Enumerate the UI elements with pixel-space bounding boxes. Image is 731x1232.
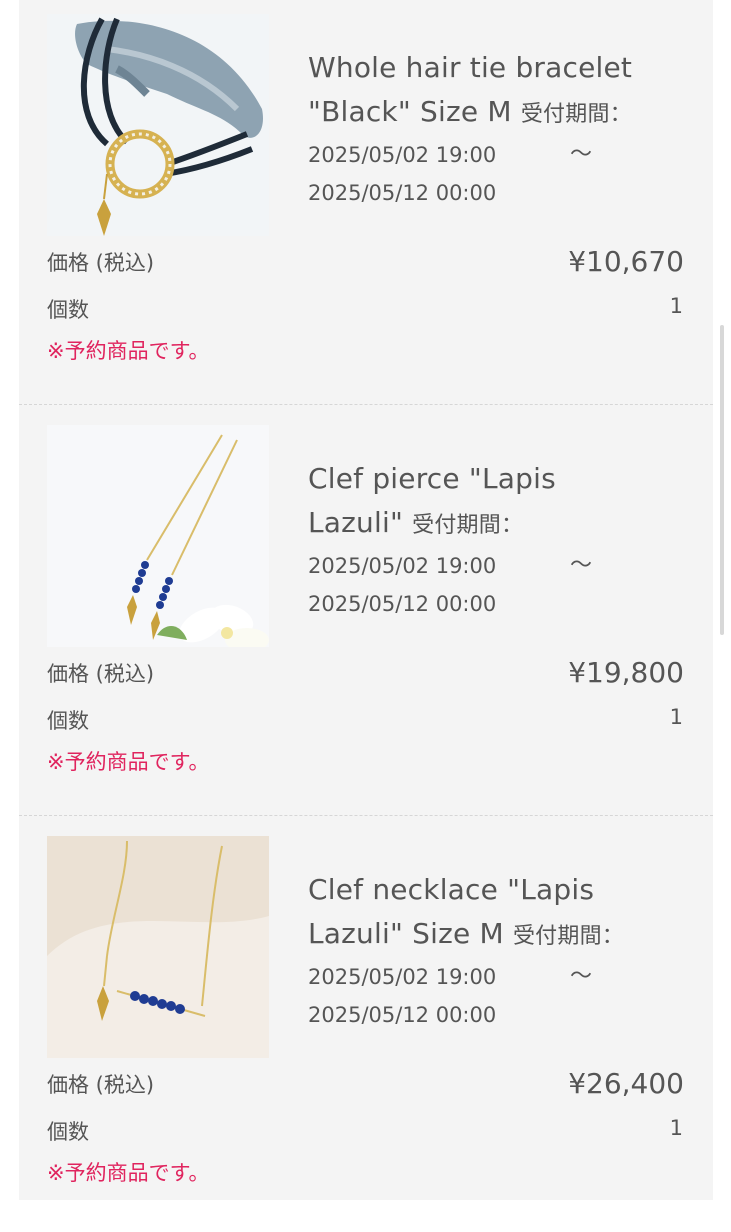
product-title-line2: Lazuli": [308, 506, 404, 539]
quantity-label: 個数: [47, 298, 89, 322]
cart-item: Clef necklace "Lapis Lazuli" Size M 受付期間…: [19, 822, 713, 1232]
scrollbar[interactable]: [720, 325, 724, 635]
period-tilde: ～: [570, 964, 593, 989]
quantity-value: 1: [669, 1116, 683, 1140]
product-image-necklace-graphic: [47, 836, 269, 1058]
quantity-value: 1: [669, 294, 683, 318]
item-divider: [19, 815, 713, 816]
product-image-bracelet-graphic: [47, 14, 269, 236]
preorder-note: ※予約商品です。: [47, 339, 210, 363]
item-divider: [19, 404, 713, 405]
product-title-line2: Lazuli" Size M: [308, 917, 504, 950]
cart-item: Whole hair tie bracelet "Black" Size M 受…: [19, 0, 713, 410]
reservation-period: 2025/05/02 19:00 ～ 2025/05/12 00:00: [308, 958, 668, 1034]
product-title[interactable]: Whole hair tie bracelet "Black" Size M 受…: [308, 46, 688, 137]
quantity-value: 1: [669, 705, 683, 729]
reservation-period: 2025/05/02 19:00 ～ 2025/05/12 00:00: [308, 547, 668, 623]
reservation-period-label: 受付期間：: [512, 924, 624, 949]
reservation-period-label: 受付期間：: [520, 102, 632, 127]
product-title-line1: Clef pierce "Lapis: [308, 462, 556, 495]
reservation-period-label: 受付期間：: [412, 513, 524, 538]
product-title[interactable]: Clef necklace "Lapis Lazuli" Size M 受付期間…: [308, 868, 688, 959]
period-end: 2025/05/12 00:00: [308, 592, 497, 616]
product-image-pierce[interactable]: [47, 425, 269, 647]
period-tilde: ～: [570, 553, 593, 578]
product-title-line2: "Black" Size M: [308, 95, 512, 128]
product-title-line1: Clef necklace "Lapis: [308, 873, 595, 906]
cart-item: Clef pierce "Lapis Lazuli" 受付期間： 2025/05…: [19, 411, 713, 821]
preorder-note: ※予約商品です。: [47, 750, 210, 774]
quantity-label: 個数: [47, 709, 89, 733]
period-end: 2025/05/12 00:00: [308, 181, 497, 205]
product-image-necklace[interactable]: [47, 836, 269, 1058]
period-end: 2025/05/12 00:00: [308, 1003, 497, 1027]
price-label: 価格 (税込): [47, 1073, 155, 1097]
product-title-line1: Whole hair tie bracelet: [308, 51, 633, 84]
preorder-note: ※予約商品です。: [47, 1161, 210, 1185]
period-tilde: ～: [570, 142, 593, 167]
period-start: 2025/05/02 19:00: [308, 554, 497, 578]
period-start: 2025/05/02 19:00: [308, 965, 497, 989]
price-value: ¥26,400: [568, 1067, 684, 1100]
price-value: ¥10,670: [568, 245, 684, 278]
reservation-period: 2025/05/02 19:00 ～ 2025/05/12 00:00: [308, 136, 668, 212]
price-label: 価格 (税込): [47, 251, 155, 275]
period-start: 2025/05/02 19:00: [308, 143, 497, 167]
product-image-bracelet[interactable]: [47, 14, 269, 236]
quantity-label: 個数: [47, 1120, 89, 1144]
price-label: 価格 (税込): [47, 662, 155, 686]
price-value: ¥19,800: [568, 656, 684, 689]
product-image-pierce-graphic: [47, 425, 269, 647]
cart-item-list: Whole hair tie bracelet "Black" Size M 受…: [19, 0, 713, 1200]
product-title[interactable]: Clef pierce "Lapis Lazuli" 受付期間：: [308, 457, 688, 548]
